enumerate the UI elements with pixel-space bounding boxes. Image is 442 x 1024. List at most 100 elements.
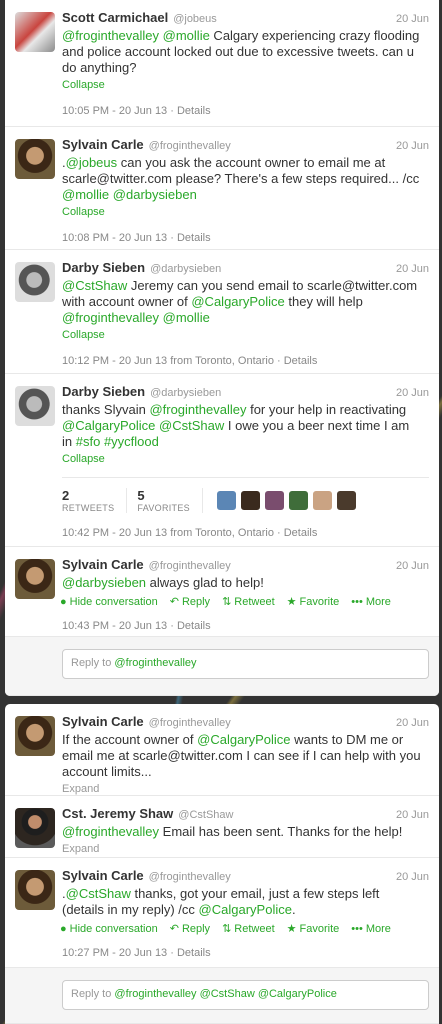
mention-link[interactable]: @CalgaryPolice [197, 732, 290, 747]
avatar[interactable] [15, 716, 55, 756]
avatar[interactable] [15, 559, 55, 599]
tweet-text: @CstShaw Jeremy can you send email to sc… [62, 278, 418, 325]
tweet[interactable]: Scott Carmichael @jobeus 20 Jun @frogint… [5, 0, 439, 127]
collapse-link[interactable]: Collapse [62, 329, 105, 341]
tweet-meta: 10:05 PM - 20 Jun 13 · Details [62, 105, 211, 117]
tweet-time[interactable]: 20 Jun [396, 13, 429, 25]
tweet-meta: 10:43 PM - 20 Jun 13 · Details [62, 620, 211, 632]
mention-link[interactable]: @froginthevalley [62, 310, 159, 325]
avatar[interactable] [15, 870, 55, 910]
author-handle[interactable]: @froginthevalley [149, 871, 231, 883]
avatar[interactable] [312, 491, 332, 510]
retweet-icon: ⇅ [222, 923, 232, 935]
avatar[interactable] [288, 491, 308, 510]
tweet[interactable]: Sylvain Carle @froginthevalley 20 Jun If… [5, 704, 439, 796]
avatar[interactable] [15, 386, 55, 426]
hashtag-link[interactable]: #yycflood [104, 434, 159, 449]
tweet-time[interactable]: 20 Jun [396, 140, 429, 152]
mention-link[interactable]: @mollie [163, 28, 210, 43]
mention-link[interactable]: @froginthevalley [62, 824, 159, 839]
mention-link[interactable]: @CalgaryPolice [62, 418, 155, 433]
reply-icon: ↶ [169, 596, 179, 608]
tweet-time[interactable]: 20 Jun [396, 717, 429, 729]
mention-link[interactable]: @CstShaw [159, 418, 224, 433]
expand-link[interactable]: Expand [62, 783, 99, 795]
avatar[interactable] [264, 491, 284, 510]
hashtag-link[interactable]: #sfo [76, 434, 101, 449]
author-name[interactable]: Darby Sieben [62, 384, 145, 399]
avatar[interactable] [336, 491, 356, 510]
author-name[interactable]: Cst. Jeremy Shaw [62, 806, 173, 821]
author-handle[interactable]: @froginthevalley [149, 560, 231, 572]
mention-link[interactable]: @darbysieben [113, 187, 197, 202]
hide-conversation-button[interactable]: ● Hide conversation [60, 595, 158, 608]
mention-link[interactable]: @CstShaw [66, 886, 131, 901]
avatar[interactable] [15, 139, 55, 179]
tweet-stats: 2 RETWEETS 5 FAVORITES [62, 477, 429, 523]
author-handle[interactable]: @jobeus [173, 13, 217, 25]
tweet-time[interactable]: 20 Jun [396, 263, 429, 275]
author-name[interactable]: Sylvain Carle [62, 557, 144, 572]
tweet-meta: 10:08 PM - 20 Jun 13 · Details [62, 232, 211, 244]
collapse-link[interactable]: Collapse [62, 453, 105, 465]
tweet[interactable]: Sylvain Carle @froginthevalley 20 Jun @d… [5, 547, 439, 637]
reply-icon: ↶ [169, 923, 179, 935]
hide-conversation-button[interactable]: ● Hide conversation [60, 922, 158, 935]
favorite-button[interactable]: ★ Favorite [286, 595, 340, 609]
mention-link[interactable]: @CalgaryPolice [199, 902, 292, 917]
collapse-link[interactable]: Collapse [62, 79, 105, 91]
tweet-time[interactable]: 20 Jun [396, 560, 429, 572]
author-handle[interactable]: @froginthevalley [149, 140, 231, 152]
star-icon: ★ [286, 596, 297, 608]
collapse-link[interactable]: Collapse [62, 206, 105, 218]
author-handle[interactable]: @darbysieben [150, 387, 221, 399]
avatar[interactable] [15, 808, 55, 848]
tweet-time[interactable]: 20 Jun [396, 387, 429, 399]
mention-link[interactable]: @mollie [62, 187, 109, 202]
tweet-text: If the account owner of @CalgaryPolice w… [62, 732, 421, 779]
avatar[interactable] [15, 12, 55, 52]
more-button[interactable]: ••• More [351, 595, 391, 608]
mention-link[interactable]: @darbysieben [62, 575, 146, 590]
tweet-meta: 10:12 PM - 20 Jun 13 from Toronto, Ontar… [62, 355, 318, 367]
mention-link[interactable]: @CstShaw [62, 278, 127, 293]
avatar[interactable] [15, 262, 55, 302]
author-name[interactable]: Sylvain Carle [62, 714, 144, 729]
tweet-time[interactable]: 20 Jun [396, 871, 429, 883]
tweet-time[interactable]: 20 Jun [396, 809, 429, 821]
reply-button[interactable]: ↶ Reply [169, 595, 210, 609]
avatar[interactable] [240, 491, 260, 510]
star-icon: ★ [286, 923, 297, 935]
retweet-button[interactable]: ⇅ Retweet [222, 595, 275, 609]
author-name[interactable]: Darby Sieben [62, 260, 145, 275]
mention-link[interactable]: @froginthevalley [62, 28, 159, 43]
author-handle[interactable]: @froginthevalley [149, 717, 231, 729]
author-name[interactable]: Scott Carmichael [62, 10, 168, 25]
favorites-stat[interactable]: 5 FAVORITES [137, 488, 203, 513]
expand-link[interactable]: Expand [62, 843, 99, 855]
tweet[interactable]: Sylvain Carle @froginthevalley 20 Jun .@… [5, 858, 439, 968]
mention-link[interactable]: @froginthevalley [149, 402, 246, 417]
avatar[interactable] [216, 491, 236, 510]
more-button[interactable]: ••• More [351, 922, 391, 935]
tweet[interactable]: Darby Sieben @darbysieben 20 Jun thanks … [5, 374, 439, 547]
author-name[interactable]: Sylvain Carle [62, 137, 144, 152]
speech-bubble-icon: ● [60, 595, 67, 608]
tweet[interactable]: Darby Sieben @darbysieben 20 Jun @CstSha… [5, 250, 439, 374]
tweet[interactable]: Cst. Jeremy Shaw @CstShaw 20 Jun @frogin… [5, 796, 439, 858]
retweet-button[interactable]: ⇅ Retweet [222, 922, 275, 936]
mention-link[interactable]: @CalgaryPolice [191, 294, 284, 309]
reply-input[interactable]: Reply to @froginthevalley [62, 649, 429, 679]
tweet-text: @froginthevalley Email has been sent. Th… [62, 824, 403, 839]
mention-link[interactable]: @jobeus [66, 155, 118, 170]
tweet-text: thanks Slyvain @froginthevalley for your… [62, 402, 410, 449]
mention-link[interactable]: @mollie [163, 310, 210, 325]
tweet[interactable]: Sylvain Carle @froginthevalley 20 Jun .@… [5, 127, 439, 250]
author-handle[interactable]: @darbysieben [150, 263, 221, 275]
reply-input[interactable]: Reply to @froginthevalley @CstShaw @Calg… [62, 980, 429, 1010]
author-name[interactable]: Sylvain Carle [62, 868, 144, 883]
favorite-button[interactable]: ★ Favorite [286, 922, 340, 936]
author-handle[interactable]: @CstShaw [178, 809, 233, 821]
retweets-stat[interactable]: 2 RETWEETS [62, 488, 128, 513]
reply-button[interactable]: ↶ Reply [169, 922, 210, 936]
